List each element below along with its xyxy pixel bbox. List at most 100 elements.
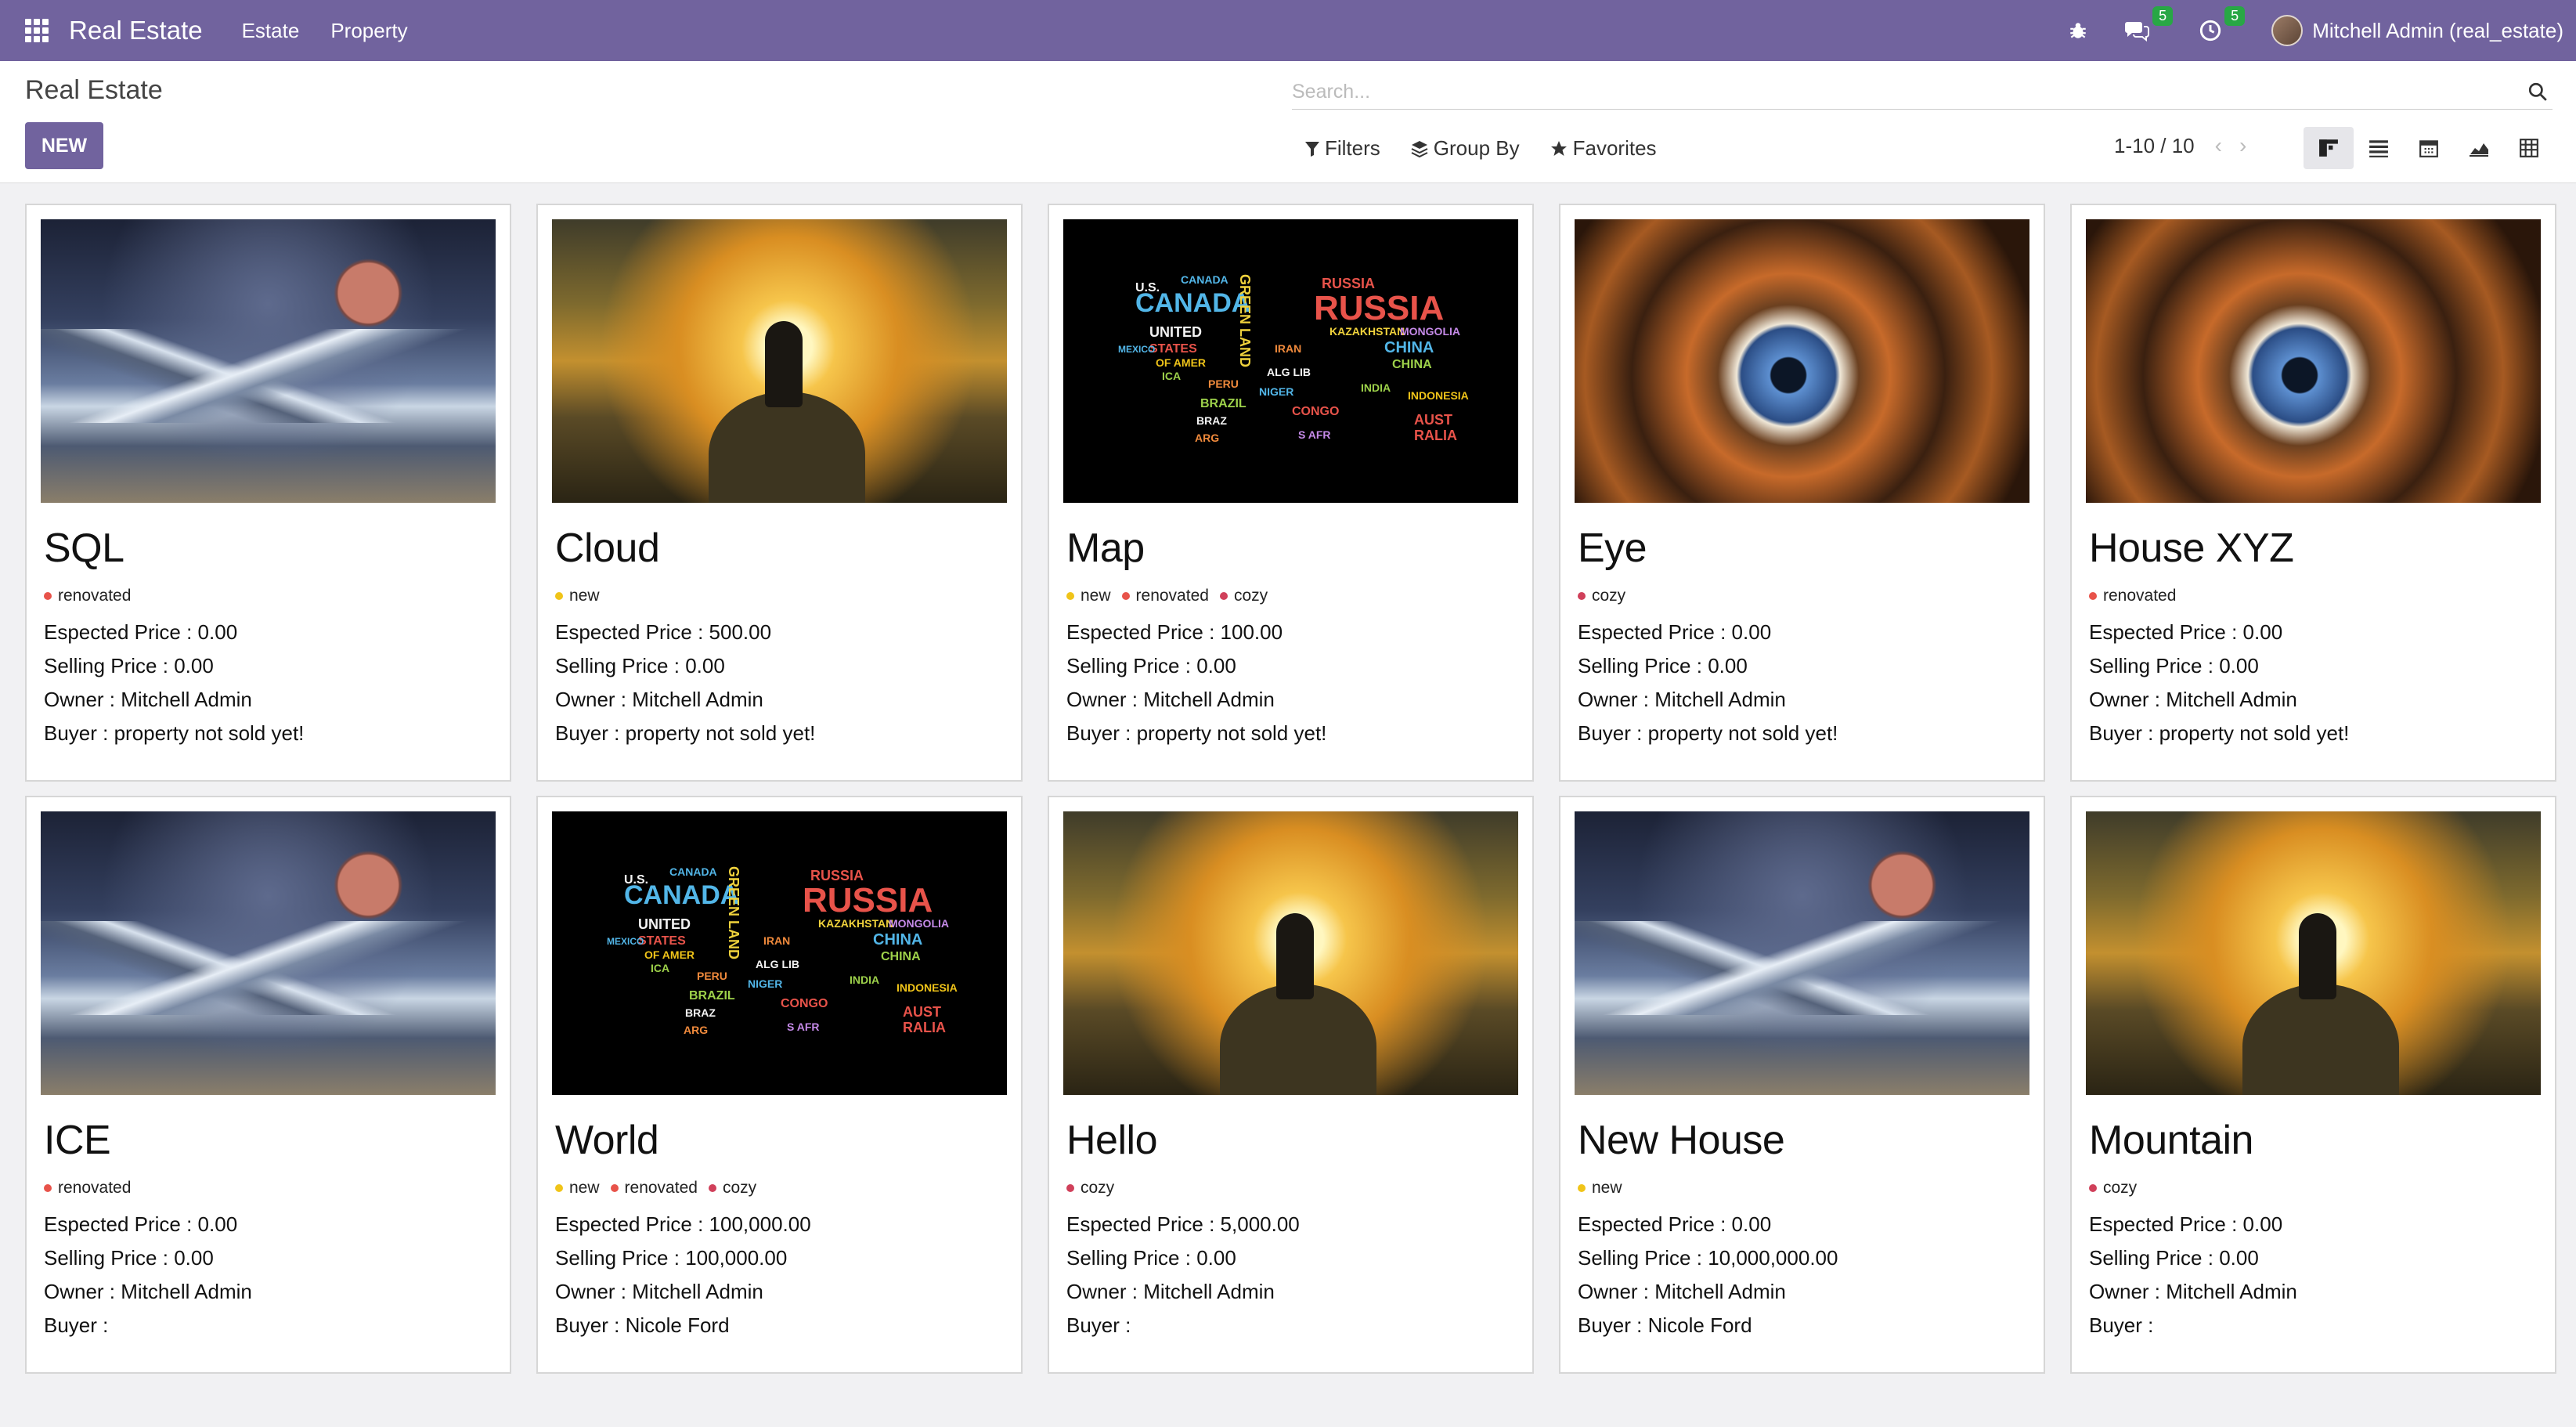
expected-price-row: Espected Price : 100.00 (1066, 616, 1518, 649)
activities-badge: 5 (2224, 6, 2246, 26)
buyer-value: property not sold yet! (1136, 721, 1327, 745)
expected-price-label: Espected Price : (555, 1212, 709, 1236)
owner-label: Owner : (44, 1280, 121, 1303)
star-icon (1550, 140, 1567, 156)
new-button[interactable]: NEW (25, 122, 103, 169)
app-menu-icon[interactable] (25, 19, 49, 42)
messages-badge: 5 (2152, 6, 2174, 26)
tag-new: new (1066, 587, 1111, 605)
expected-price-value: 500.00 (709, 620, 772, 644)
property-card[interactable]: U.S. CANADA CANADA GREEN LAND UNITED STATES OF… (536, 796, 1023, 1374)
property-card[interactable]: Cloud new Espected Price : 500.00 Selling P… (536, 204, 1023, 782)
property-image[interactable] (2086, 811, 2541, 1095)
owner-value: Mitchell Admin (1143, 688, 1275, 711)
owner-row: Owner : Mitchell Admin (555, 1275, 1007, 1309)
property-card[interactable]: New House new Espected Price : 0.00 Selling… (1559, 796, 2045, 1374)
buyer-label: Buyer : (1066, 1313, 1131, 1337)
property-image[interactable] (1575, 219, 2029, 503)
property-card[interactable]: House XYZ renovated Espected Price : 0.00 S… (2070, 204, 2556, 782)
svg-text:RALIA: RALIA (1414, 428, 1457, 443)
activities-clock-icon[interactable]: 5 (2199, 6, 2246, 42)
expected-price-row: Espected Price : 0.00 (44, 616, 496, 649)
owner-label: Owner : (1578, 688, 1655, 711)
app-brand[interactable]: Real Estate (69, 16, 203, 45)
calendar-view-icon[interactable] (2404, 127, 2454, 169)
menu-estate[interactable]: Estate (242, 19, 300, 43)
search-icon[interactable] (2527, 81, 2548, 106)
tag-label: cozy (1081, 1179, 1115, 1197)
property-image[interactable] (2086, 219, 2541, 503)
graph-view-icon[interactable] (2454, 127, 2504, 169)
user-avatar[interactable] (2271, 15, 2304, 46)
property-card[interactable]: U.S. CANADA CANADA GREEN LAND UNITED STATES OF… (1048, 204, 1534, 782)
property-image[interactable] (41, 219, 496, 503)
search-input[interactable] (1292, 81, 2498, 103)
svg-text:OF AMER: OF AMER (644, 948, 695, 961)
expected-price-label: Espected Price : (44, 620, 198, 644)
expected-price-value: 0.00 (2242, 620, 2283, 644)
svg-text:AUST: AUST (903, 1004, 941, 1020)
property-image[interactable] (41, 811, 496, 1095)
property-image[interactable]: U.S. CANADA CANADA GREEN LAND UNITED STATES OF… (1063, 219, 1518, 503)
svg-text:CHINA: CHINA (1384, 339, 1434, 356)
tag-label: new (569, 1179, 600, 1197)
tag-label: renovated (624, 1179, 698, 1197)
svg-text:STATES: STATES (1149, 342, 1197, 356)
tag-dot (1066, 592, 1074, 600)
selling-price-label: Selling Price : (1578, 654, 1708, 677)
pager-value[interactable]: 1-10 / 10 (2114, 134, 2195, 158)
expected-price-row: Espected Price : 500.00 (555, 616, 1007, 649)
property-card[interactable]: Mountain cozy Espected Price : 0.00 Selling… (2070, 796, 2556, 1374)
svg-text:INDONESIA: INDONESIA (1408, 389, 1469, 402)
property-image[interactable]: U.S. CANADA CANADA GREEN LAND UNITED STATES OF… (552, 811, 1007, 1095)
messages-chat-icon[interactable]: 5 (2124, 6, 2174, 42)
tag-label: renovated (58, 587, 132, 605)
buyer-row: Buyer : (1066, 1309, 1518, 1342)
expected-price-row: Espected Price : 0.00 (2089, 1208, 2541, 1241)
property-tags: new (1578, 1178, 2029, 1198)
svg-text:AUST: AUST (1414, 412, 1452, 428)
selling-price-value: 0.00 (2219, 654, 2259, 677)
favorites-button[interactable]: Favorites (1550, 136, 1657, 161)
expected-price-value: 0.00 (197, 620, 238, 644)
svg-text:KAZAKHSTAN: KAZAKHSTAN (818, 917, 893, 930)
debug-bug-icon[interactable] (2068, 19, 2088, 42)
buyer-label: Buyer : (1578, 721, 1648, 745)
selling-price-label: Selling Price : (44, 1246, 175, 1270)
property-card[interactable]: Eye cozy Espected Price : 0.00 Selling Pric… (1559, 204, 2045, 782)
property-tags: cozy (1578, 586, 2029, 606)
expected-price-value: 100.00 (1220, 620, 1283, 644)
buyer-value: property not sold yet! (625, 721, 816, 745)
svg-text:RALIA: RALIA (903, 1020, 946, 1035)
pivot-view-icon[interactable] (2504, 127, 2554, 169)
property-card[interactable]: SQL renovated Espected Price : 0.00 Selling… (25, 204, 511, 782)
svg-text:S AFR: S AFR (1298, 428, 1330, 441)
owner-row: Owner : Mitchell Admin (1066, 1275, 1518, 1309)
svg-text:ICA: ICA (651, 962, 669, 974)
property-image[interactable] (1063, 811, 1518, 1095)
menu-property[interactable]: Property (330, 19, 407, 43)
property-image[interactable] (552, 219, 1007, 503)
chevron-left-icon[interactable]: ‹ (2215, 133, 2222, 158)
tag-dot (44, 1184, 52, 1192)
selling-price-value: 0.00 (1196, 1246, 1236, 1270)
tag-dot (1066, 1184, 1074, 1192)
selling-price-label: Selling Price : (1066, 654, 1197, 677)
tag-dot (44, 592, 52, 600)
chevron-right-icon[interactable]: › (2239, 133, 2246, 158)
property-tags: cozy (1066, 1178, 1518, 1198)
user-menu[interactable]: Mitchell Admin (real_estate) (2312, 19, 2563, 43)
property-card[interactable]: Hello cozy Espected Price : 5,000.00 Sellin… (1048, 796, 1534, 1374)
filters-button[interactable]: Filters (1304, 136, 1380, 161)
view-switcher (2304, 127, 2554, 169)
property-image[interactable] (1575, 811, 2029, 1095)
property-card[interactable]: ICE renovated Espected Price : 0.00 Selling… (25, 796, 511, 1374)
owner-label: Owner : (555, 688, 633, 711)
filter-icon (1305, 141, 1319, 157)
group-by-button[interactable]: Group By (1410, 136, 1520, 161)
buyer-row: Buyer : (2089, 1309, 2541, 1342)
tag-dot (1578, 1184, 1586, 1192)
kanban-view-icon[interactable] (2304, 127, 2354, 169)
list-view-icon[interactable] (2354, 127, 2404, 169)
svg-text:MONGOLIA: MONGOLIA (889, 917, 949, 930)
